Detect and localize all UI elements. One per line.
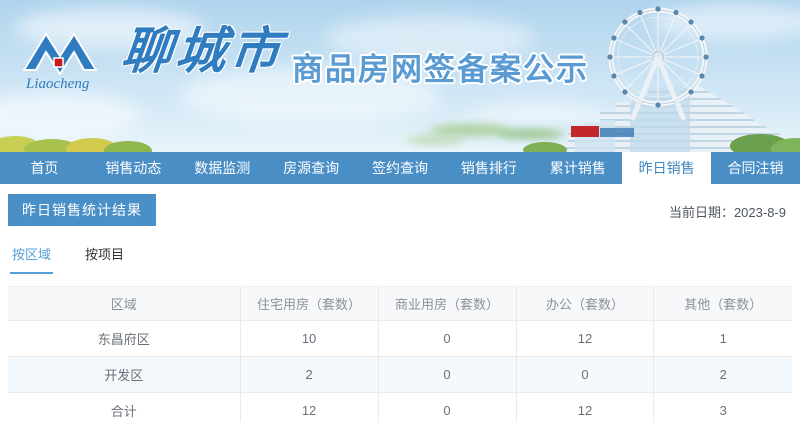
current-date: 当前日期：2023-8-9 — [669, 202, 786, 221]
nav-item-home[interactable]: 首页 — [0, 152, 89, 184]
nav-item-listing-search[interactable]: 房源查询 — [267, 152, 356, 184]
cell-other: 2 — [654, 357, 792, 393]
cell-commercial: 0 — [378, 357, 516, 393]
stats-table-wrap: 区域 住宅用房（套数） 商业用房（套数） 办公（套数） 其他（套数） 东昌府区 … — [8, 286, 792, 422]
current-date-label: 当前日期： — [669, 205, 734, 220]
cell-residential: 12 — [240, 393, 378, 422]
cell-office: 12 — [516, 393, 654, 422]
cell-commercial: 0 — [378, 321, 516, 357]
main-nav: 首页 销售动态 数据监测 房源查询 签约查询 销售排行 累计销售 昨日销售 合同… — [0, 152, 800, 184]
col-header-residential: 住宅用房（套数） — [240, 287, 378, 321]
main-content: 昨日销售统计结果 当前日期：2023-8-9 按区域 按项目 区域 住宅用房（套… — [0, 184, 800, 422]
view-tabs: 按区域 按项目 — [10, 244, 792, 274]
table-row: 开发区 2 0 0 2 — [8, 357, 792, 393]
table-row-total: 合计 12 0 12 3 — [8, 393, 792, 422]
nav-item-contract-search[interactable]: 签约查询 — [356, 152, 445, 184]
tab-by-project[interactable]: 按项目 — [83, 244, 126, 274]
nav-item-sales-trends[interactable]: 销售动态 — [89, 152, 178, 184]
cell-residential: 2 — [240, 357, 378, 393]
liaocheng-m-logo: Liaocheng — [16, 18, 116, 96]
site-title: 商品房网签备案公示 — [292, 44, 589, 89]
nav-item-sales-ranking[interactable]: 销售排行 — [444, 152, 533, 184]
cell-commercial: 0 — [378, 393, 516, 422]
nav-item-cumulative-sales[interactable]: 累计销售 — [533, 152, 622, 184]
cell-region: 合计 — [8, 393, 240, 422]
nav-item-contract-cancel[interactable]: 合同注销 — [711, 152, 800, 184]
table-header-row: 区域 住宅用房（套数） 商业用房（套数） 办公（套数） 其他（套数） — [8, 287, 792, 321]
cell-region: 东昌府区 — [8, 321, 240, 357]
cell-office: 12 — [516, 321, 654, 357]
page-title: 昨日销售统计结果 — [8, 194, 156, 226]
col-header-other: 其他（套数） — [654, 287, 792, 321]
stats-table: 区域 住宅用房（套数） 商业用房（套数） 办公（套数） 其他（套数） 东昌府区 … — [8, 286, 792, 422]
header-banner: Liaocheng 聊城市 商品房网签备案公示 — [0, 0, 800, 152]
tab-by-region[interactable]: 按区域 — [10, 244, 53, 274]
table-row: 东昌府区 10 0 12 1 — [8, 321, 792, 357]
cell-office: 0 — [516, 357, 654, 393]
cell-other: 1 — [654, 321, 792, 357]
nav-item-data-monitor[interactable]: 数据监测 — [178, 152, 267, 184]
nav-item-yesterday-sales[interactable]: 昨日销售 — [622, 152, 711, 184]
logo-script-text: Liaocheng — [25, 76, 90, 92]
current-date-value: 2023-8-9 — [734, 205, 786, 220]
cell-other: 3 — [654, 393, 792, 422]
col-header-office: 办公（套数） — [516, 287, 654, 321]
cell-residential: 10 — [240, 321, 378, 357]
city-name-calligraphy: 聊城市 — [119, 18, 288, 84]
title-row: 昨日销售统计结果 当前日期：2023-8-9 — [8, 194, 792, 226]
site-brand: Liaocheng 聊城市 商品房网签备案公示 — [16, 18, 589, 96]
cell-region: 开发区 — [8, 357, 240, 393]
col-header-region: 区域 — [8, 287, 240, 321]
building-sign — [571, 126, 599, 137]
col-header-commercial: 商业用房（套数） — [378, 287, 516, 321]
